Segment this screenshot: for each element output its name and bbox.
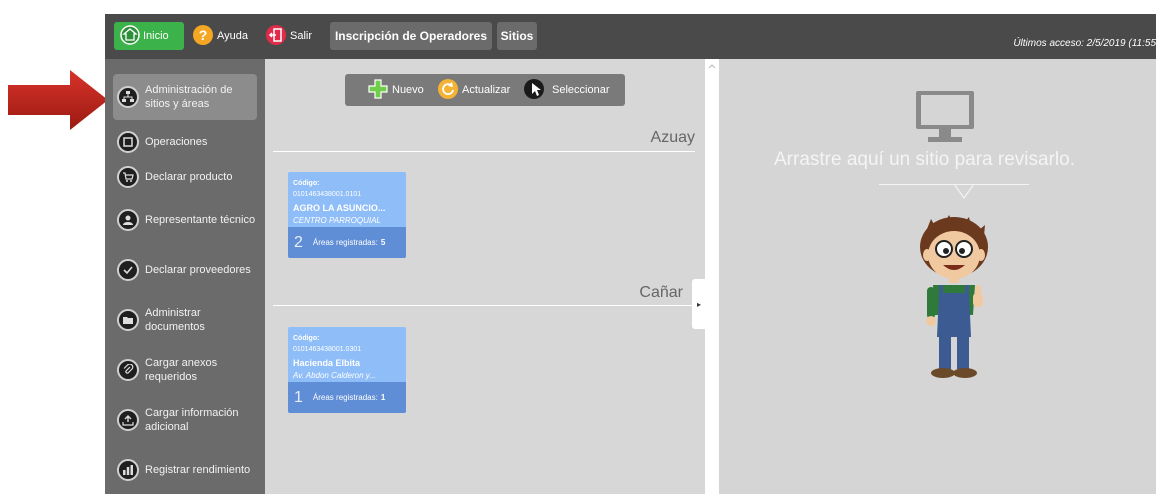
sitemap-icon — [117, 86, 139, 108]
monitor-icon — [916, 91, 974, 142]
region-title-canar: Cañar — [639, 284, 683, 301]
seleccionar-button[interactable]: Seleccionar — [523, 74, 609, 106]
home-icon — [120, 24, 140, 48]
sidebar-item-label: Operaciones — [145, 136, 208, 148]
site-card-footer: 2 Áreas registradas: 5 — [288, 227, 406, 258]
sidebar-item-label: Cargar información adicional — [145, 407, 239, 433]
sidebar-item-cargar-anexos[interactable]: Cargar anexos requeridos — [113, 352, 257, 388]
site-index: 2 — [294, 233, 303, 251]
region-title-azuay: Azuay — [650, 129, 695, 146]
user-icon — [117, 209, 139, 231]
plus-icon — [367, 78, 389, 103]
sidebar-item-label: Registrar rendimiento — [145, 464, 251, 476]
screenshot: Inicio ? Ayuda Salir Inscripción de Oper… — [0, 0, 1156, 494]
help-icon: ? — [192, 24, 214, 49]
upload-icon — [117, 409, 139, 431]
collapse-panel-handle[interactable]: ▸ — [692, 279, 706, 329]
tab-inscripcion-operadores[interactable]: Inscripción de Operadores — [330, 22, 492, 50]
sidebar-item-label: Declarar proveedores — [145, 264, 251, 276]
ayuda-label: Ayuda — [217, 30, 248, 42]
sites-toolbar: Nuevo Actualizar Seleccionar — [345, 74, 625, 106]
seleccionar-label: Seleccionar — [552, 84, 610, 96]
sidebar-item-label: Declarar producto — [145, 171, 233, 183]
cartoon-mascot-image — [920, 215, 988, 378]
tab-sitios[interactable]: Sitios — [497, 22, 537, 50]
select-cursor-icon — [523, 78, 549, 103]
site-review-dropzone[interactable]: Arrastre aquí un sitio para revisarlo. — [719, 59, 1156, 494]
sidebar-item-label: Cargar anexos requeridos — [145, 357, 218, 383]
sidebar-item-label: Administrar documentos — [145, 307, 205, 333]
sidebar-item-declarar-producto[interactable]: Declarar producto — [113, 164, 257, 190]
speech-bubble-tail — [954, 184, 974, 200]
site-code-label: Código: — [293, 335, 320, 342]
site-card-footer: 1 Áreas registradas: 1 — [288, 382, 406, 413]
sidebar-item-operaciones[interactable]: Operaciones — [113, 129, 257, 155]
site-address: CENTRO PARROQUIAL — [293, 216, 381, 225]
salir-button[interactable]: Salir — [265, 22, 312, 50]
sidebar-item-registrar-rendimiento[interactable]: Registrar rendimiento — [113, 452, 257, 488]
chart-icon — [117, 459, 139, 481]
collapse-arrow-icon: ▸ — [696, 299, 701, 309]
site-code: 0101463438001.0101 — [293, 191, 362, 198]
region-divider — [273, 151, 695, 152]
check-icon — [117, 259, 139, 281]
paperclip-icon — [117, 359, 139, 381]
panel-scrollbar[interactable] — [705, 59, 719, 494]
sidebar-item-representante-tecnico[interactable]: Representante técnico — [113, 202, 257, 238]
inicio-label: Inicio — [143, 30, 169, 42]
sidebar-item-administrar-documentos[interactable]: Administrar documentos — [113, 302, 257, 338]
site-name: Hacienda Elbita — [293, 358, 361, 368]
last-access-text: Últimos acceso: 2/5/2019 (11:55 — [1013, 38, 1156, 49]
site-name: AGRO LA ASUNCIO... — [293, 203, 386, 213]
sidebar-item-label: Representante técnico — [145, 214, 256, 226]
site-areas-label: Áreas registradas: — [312, 238, 378, 247]
sidebar-item-administracion-sitios[interactable]: Administración de sitios y áreas — [113, 74, 257, 120]
nuevo-label: Nuevo — [392, 84, 424, 96]
operations-icon — [117, 131, 139, 153]
salir-label: Salir — [290, 30, 313, 42]
sidebar-item-declarar-proveedores[interactable]: Declarar proveedores — [113, 252, 257, 288]
actualizar-label: Actualizar — [462, 84, 511, 96]
app-window: Inicio ? Ayuda Salir Inscripción de Oper… — [105, 14, 1156, 494]
region-divider — [273, 305, 695, 306]
cart-icon — [117, 166, 139, 188]
site-areas-label: Áreas registradas: — [312, 393, 378, 402]
site-index: 1 — [294, 388, 303, 406]
sidebar: Administración de sitios y áreas Operaci… — [105, 59, 265, 494]
site-code-label: Código: — [293, 180, 320, 187]
sites-panel: Nuevo Actualizar Seleccionar Azuay Códig… — [265, 59, 705, 494]
ayuda-button[interactable]: ? Ayuda — [192, 22, 248, 50]
site-areas-count: 1 — [380, 393, 386, 402]
nuevo-button[interactable]: Nuevo — [367, 74, 424, 106]
top-bar: Inicio ? Ayuda Salir Inscripción de Oper… — [105, 14, 1156, 59]
actualizar-button[interactable]: Actualizar — [437, 74, 510, 106]
sidebar-item-label: Administración de sitios y áreas — [145, 84, 233, 110]
site-card[interactable]: Código: 0101463438001.0301 Hacienda Elbi… — [288, 327, 406, 413]
dropzone-text: Arrastre aquí un sitio para revisarlo. — [774, 149, 1075, 170]
site-code: 0101463438001.0301 — [293, 346, 362, 353]
svg-text:?: ? — [199, 27, 208, 43]
sidebar-item-cargar-informacion[interactable]: Cargar información adicional — [113, 402, 257, 438]
site-address: Av. Abdon Calderon y... — [293, 371, 376, 380]
site-areas-count: 5 — [380, 238, 386, 247]
site-card[interactable]: Código: 0101463438001.0101 AGRO LA ASUNC… — [288, 172, 406, 258]
scroll-up-icon[interactable] — [705, 60, 719, 72]
inicio-button[interactable]: Inicio — [114, 22, 184, 50]
red-arrow-pointer — [8, 70, 108, 130]
folder-icon — [117, 309, 139, 331]
refresh-icon — [437, 78, 459, 103]
logout-icon — [265, 24, 287, 49]
